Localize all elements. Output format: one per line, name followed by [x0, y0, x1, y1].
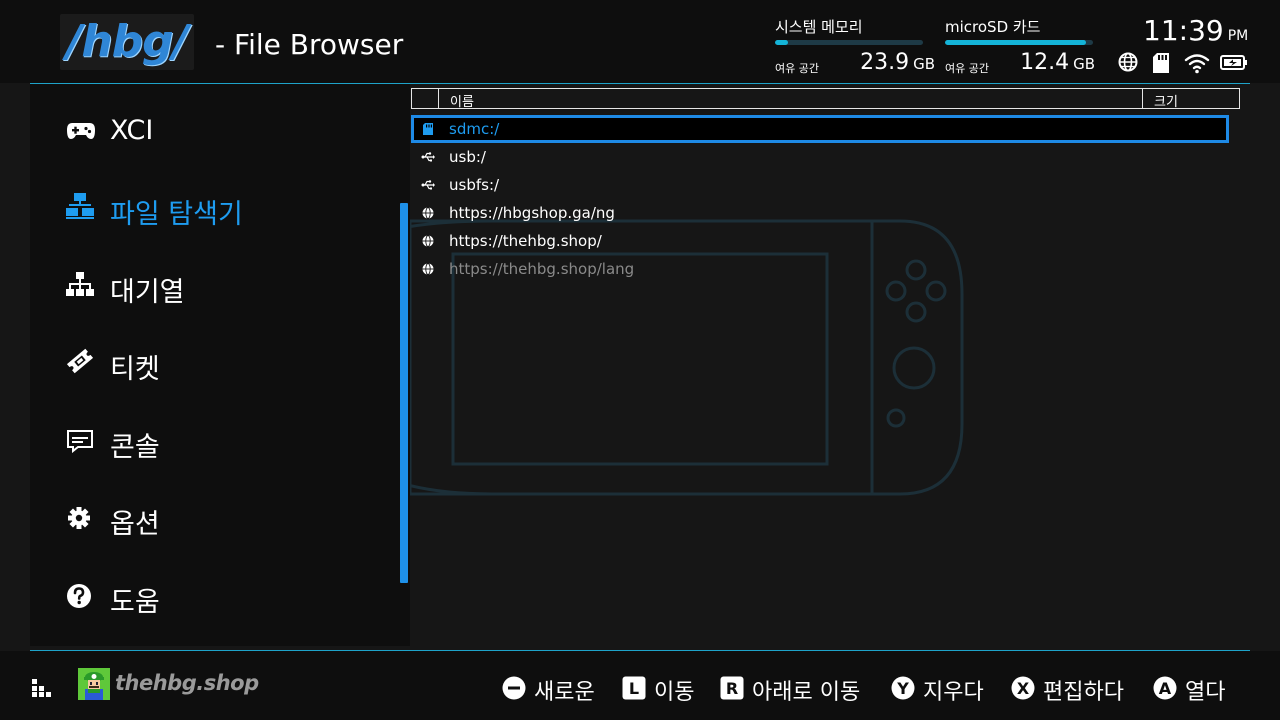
- wifi-icon: [1184, 54, 1210, 74]
- sd-card-memory-unit: GB: [1073, 55, 1095, 73]
- sidebar-item-options[interactable]: 옵션: [66, 498, 396, 540]
- row-label: usbfs:/: [449, 176, 500, 194]
- r-button-glyph: R: [726, 679, 738, 698]
- r-button-icon: R: [720, 676, 744, 700]
- logo-text: /hbg/: [66, 16, 188, 67]
- console-icon: [67, 430, 93, 453]
- apps-grid-icon[interactable]: [32, 679, 52, 697]
- sd-card-icon: [423, 123, 433, 135]
- globe-icon: [422, 207, 434, 219]
- clock: 11:39 PM: [1143, 14, 1248, 47]
- hint-label: 지우다: [923, 680, 984, 705]
- sidebar-item-label: XCI: [110, 115, 154, 146]
- system-memory-value: 23.9: [860, 50, 910, 75]
- gamepad-icon: [67, 123, 95, 139]
- sidebar-item-label: 티켓: [110, 354, 160, 385]
- usb-icon: [421, 152, 435, 162]
- help-icon: [67, 584, 91, 608]
- hint-label: 새로운: [534, 680, 595, 705]
- hint-label: 아래로 이동: [752, 680, 861, 705]
- globe-icon: [422, 235, 434, 247]
- sidebar-item-tickets[interactable]: 티켓: [66, 343, 396, 385]
- usb-icon: [421, 180, 435, 190]
- system-memory-widget: 시스템 메모리 여유 공간 23.9 GB: [775, 14, 935, 78]
- sidebar-item-label: 콘솔: [110, 432, 160, 463]
- row-label: https://thehbg.shop/: [449, 232, 602, 250]
- sidebar-item-label: 도움: [110, 587, 160, 618]
- user-name[interactable]: thehbg.shop: [115, 671, 259, 695]
- sd-card-memory-bar: [945, 40, 1093, 45]
- sidebar: XCI 파일 탐색기 대기열 티켓 콘솔 옵션 도움: [30, 84, 410, 646]
- sidebar-item-label: 파일 탐색기: [110, 199, 243, 230]
- table-row-sdmc[interactable]: sdmc:/: [411, 115, 1229, 143]
- sidebar-item-help[interactable]: 도움: [66, 576, 396, 618]
- y-button-glyph: Y: [896, 679, 909, 698]
- sidebar-item-label: 대기열: [110, 277, 185, 308]
- table-row-thehbg-shop-lang[interactable]: https://thehbg.shop/lang: [411, 255, 1229, 283]
- sidebar-item-label: 옵션: [110, 509, 160, 540]
- name-column-header[interactable]: 이름: [450, 91, 474, 110]
- size-column-header[interactable]: 크기: [1154, 91, 1178, 110]
- sd-card-memory-widget: microSD 카드 여유 공간 12.4 GB: [945, 14, 1095, 78]
- system-memory-name: 시스템 메모리: [775, 18, 863, 36]
- table-row-usbfs[interactable]: usbfs:/: [411, 171, 1229, 199]
- system-memory-free-value: 23.9 GB: [860, 50, 935, 75]
- gear-icon: [68, 507, 90, 529]
- table-row-hbgshop-ga[interactable]: https://hbgshop.ga/ng: [411, 199, 1229, 227]
- table-row-usb[interactable]: usb:/: [411, 143, 1229, 171]
- sd-card-memory-value: 12.4: [1020, 50, 1070, 75]
- status-icons: [1116, 52, 1250, 76]
- sd-card-memory-name: microSD 카드: [945, 18, 1041, 36]
- globe-icon: [422, 263, 434, 275]
- system-memory-free-label: 여유 공간: [775, 62, 819, 75]
- app-title: - File Browser: [215, 28, 404, 61]
- globe-icon: [1118, 52, 1138, 72]
- file-table-header: 이름 크기: [411, 88, 1240, 110]
- clock-time: 11:39: [1143, 14, 1224, 47]
- a-button-glyph: A: [1159, 679, 1172, 698]
- battery-charging-icon: [1220, 55, 1247, 70]
- l-button-icon: L: [622, 676, 646, 700]
- system-memory-unit: GB: [913, 55, 935, 73]
- system-memory-bar-fill: [775, 40, 789, 45]
- row-label: usb:/: [449, 148, 486, 166]
- avatar[interactable]: [78, 668, 110, 700]
- clock-ampm: PM: [1227, 28, 1249, 44]
- column-divider: [1142, 89, 1143, 108]
- hint-label: 이동: [654, 680, 695, 705]
- luigi-avatar-icon: [78, 668, 110, 700]
- sd-card-memory-free-label: 여유 공간: [945, 62, 989, 75]
- bottom-bar: thehbg.shop 새로운 L 이동 R 아래로 이동 Y 지우다 X 편집…: [0, 651, 1280, 720]
- sidebar-item-queue[interactable]: 대기열: [66, 266, 396, 308]
- sidebar-item-file-browser[interactable]: 파일 탐색기: [66, 188, 396, 230]
- hint-label: 열다: [1185, 680, 1226, 705]
- sidebar-item-xci[interactable]: XCI: [66, 111, 396, 151]
- ticket-icon: [66, 348, 94, 374]
- sd-card-memory-free-value: 12.4 GB: [1020, 50, 1095, 75]
- a-button-icon: A: [1153, 676, 1177, 700]
- row-label: https://thehbg.shop/lang: [449, 260, 635, 278]
- row-label: sdmc:/: [449, 120, 500, 138]
- top-bar: /hbg/ - File Browser 시스템 메모리 여유 공간 23.9 G…: [0, 0, 1280, 83]
- x-button-icon: X: [1011, 676, 1035, 700]
- select-column-header: [412, 89, 439, 108]
- file-list-panel: 이름 크기 sdmc:/ usb:/ usbfs:/ https://hbgsh…: [410, 84, 1250, 646]
- system-memory-bar: [775, 40, 923, 45]
- sidebar-item-console[interactable]: 콘솔: [66, 421, 396, 463]
- hierarchy-icon: [66, 272, 94, 296]
- hint-label: 편집하다: [1043, 680, 1124, 705]
- sidebar-scrollbar[interactable]: [400, 203, 408, 583]
- row-label: https://hbgshop.ga/ng: [449, 204, 615, 222]
- sd-card-icon: [1153, 53, 1169, 73]
- app-logo: /hbg/: [60, 14, 194, 70]
- x-button-glyph: X: [1017, 679, 1030, 698]
- sd-card-memory-bar-fill: [945, 40, 1086, 45]
- file-tree-icon: [66, 193, 94, 219]
- minus-button-icon: [502, 676, 526, 700]
- l-button-glyph: L: [629, 679, 639, 698]
- y-button-icon: Y: [891, 676, 915, 700]
- table-row-thehbg-shop[interactable]: https://thehbg.shop/: [411, 227, 1229, 255]
